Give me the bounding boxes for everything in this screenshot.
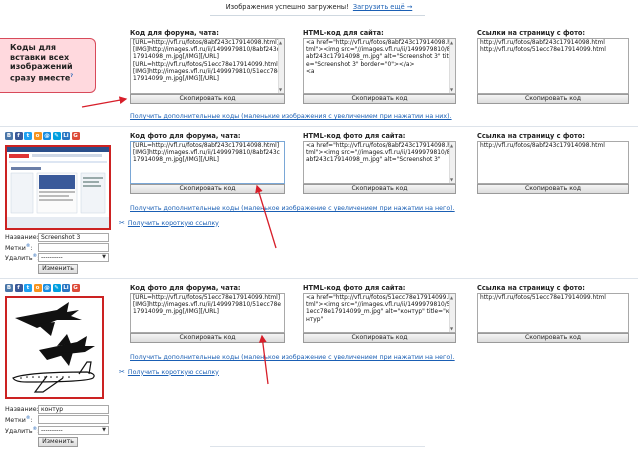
- livejournal-icon[interactable]: ✎: [52, 284, 61, 292]
- section-divider: [0, 126, 638, 127]
- twitter-icon[interactable]: t: [24, 284, 32, 292]
- image1-forum-code-textarea[interactable]: [URL=http://vfl.ru/fotos/8abf243c1791409…: [130, 141, 285, 184]
- image2-html-header: HTML-код фото для сайта:: [303, 284, 406, 292]
- common-links-copy-button[interactable]: Скопировать код: [477, 94, 629, 104]
- image1-link-header: Ссылка на страницу с фото:: [477, 132, 585, 140]
- image1-html-code-textarea[interactable]: <a href="http://vfl.ru/fotos/8abf243c179…: [303, 141, 456, 184]
- tags-label: Метки®:: [5, 416, 33, 425]
- liveinternet-icon[interactable]: Li: [62, 284, 70, 292]
- change-button[interactable]: Изменить: [38, 264, 78, 274]
- common-html-copy-button[interactable]: Скопировать код: [303, 94, 456, 104]
- top-divider: [210, 15, 425, 16]
- image1-html-copy-button[interactable]: Скопировать код: [303, 184, 456, 194]
- name-label: Название:: [5, 406, 39, 413]
- name-input[interactable]: Screenshot 3: [38, 233, 109, 242]
- image1-forum-copy-button[interactable]: Скопировать код: [130, 184, 285, 194]
- delete-select[interactable]: ---------- ▼: [38, 253, 109, 262]
- liveinternet-icon[interactable]: Li: [62, 132, 70, 140]
- section-divider: [0, 278, 638, 279]
- scrollbar[interactable]: [278, 39, 284, 93]
- facebook-icon[interactable]: f: [14, 284, 23, 292]
- shortlink-icon: ✂: [119, 368, 125, 376]
- common-links-textarea[interactable]: http://vfl.ru/fotos/8abf243c17914098.htm…: [477, 38, 629, 94]
- delete-select[interactable]: ---------- ▼: [38, 426, 109, 435]
- shortlink-icon: ✂: [119, 219, 125, 227]
- name-input[interactable]: контур: [38, 405, 109, 414]
- common-forum-header: Код для форума, чата:: [130, 29, 219, 37]
- image1-more-codes-link[interactable]: Получить дополнительные коды (маленькое …: [130, 205, 455, 212]
- delete-label: Удалить®:: [5, 427, 39, 436]
- mailru-icon[interactable]: @: [43, 132, 51, 140]
- thumbnail-kontur[interactable]: [5, 296, 104, 399]
- name-label: Название:: [5, 234, 39, 241]
- image2-html-code-textarea[interactable]: <a href="http://vfl.ru/fotos/51ecc78e179…: [303, 293, 456, 333]
- image2-forum-header: Код фото для форума, чата:: [130, 284, 241, 292]
- info-icon[interactable]: ®: [26, 244, 31, 249]
- info-icon[interactable]: ®: [33, 254, 38, 259]
- screenshot-preview: [7, 147, 109, 228]
- odnoklassniki-icon[interactable]: о: [33, 132, 42, 140]
- share-icons-row: Вf t о @ ✎ Li G: [5, 132, 80, 140]
- scrollbar[interactable]: [449, 294, 455, 332]
- common-html-code-textarea[interactable]: <a href="http://vfl.ru/fotos/8abf243c179…: [303, 38, 456, 94]
- common-html-header: HTML-код для сайта:: [303, 29, 384, 37]
- image1-short-link[interactable]: ✂ Получить короткую ссылку: [119, 219, 219, 227]
- image1-html-header: HTML-код фото для сайта:: [303, 132, 406, 140]
- twitter-icon[interactable]: t: [24, 132, 32, 140]
- upload-more-link[interactable]: Загрузить ещё →: [353, 3, 412, 11]
- scrollbar[interactable]: [449, 142, 455, 183]
- arrow-to-image1-code: [255, 184, 277, 249]
- mailru-icon[interactable]: @: [43, 284, 51, 292]
- bottom-divider: [210, 446, 425, 447]
- info-icon[interactable]: ?: [70, 74, 73, 79]
- odnoklassniki-icon[interactable]: о: [33, 284, 42, 292]
- image1-forum-header: Код фото для форума, чата:: [130, 132, 241, 140]
- vk-icon[interactable]: В: [5, 284, 13, 292]
- tags-input[interactable]: [38, 243, 109, 252]
- google-icon[interactable]: G: [71, 132, 80, 140]
- change-button[interactable]: Изменить: [38, 437, 78, 447]
- scrollbar[interactable]: [449, 39, 455, 93]
- upload-success-message: Изображения успешно загружены! Загрузить…: [225, 3, 413, 11]
- image2-forum-code-textarea[interactable]: [URL=http://vfl.ru/fotos/51ecc78e1791409…: [130, 293, 285, 333]
- airplanes-preview: [7, 298, 102, 397]
- thumbnail-screenshot[interactable]: [5, 145, 111, 230]
- callout-text: Коды для вставки всех изображений сразу …: [10, 43, 74, 83]
- tags-label: Метки®:: [5, 244, 33, 253]
- image2-more-codes-link[interactable]: Получить дополнительные коды (маленькое …: [130, 354, 455, 361]
- arrow-to-common-code: [81, 96, 128, 108]
- info-icon[interactable]: ®: [33, 427, 38, 432]
- image2-html-copy-button[interactable]: Скопировать код: [303, 333, 456, 343]
- share-icons-row: Вf t о @ ✎ Li G: [5, 284, 80, 292]
- image2-short-link[interactable]: ✂ Получить короткую ссылку: [119, 368, 219, 376]
- image2-link-header: Ссылка на страницу с фото:: [477, 284, 585, 292]
- livejournal-icon[interactable]: ✎: [52, 132, 61, 140]
- image2-forum-copy-button[interactable]: Скопировать код: [130, 333, 285, 343]
- facebook-icon[interactable]: f: [14, 132, 23, 140]
- image2-link-textarea[interactable]: http://vfl.ru/fotos/51ecc78e17914099.htm…: [477, 293, 629, 333]
- common-more-codes-link[interactable]: Получить дополнительные коды (маленькие …: [130, 113, 452, 120]
- chevron-down-icon: ▼: [102, 254, 106, 260]
- image2-link-copy-button[interactable]: Скопировать код: [477, 333, 629, 343]
- common-forum-code-textarea[interactable]: [URL=http://vfl.ru/fotos/8abf243c1791409…: [130, 38, 285, 94]
- vk-icon[interactable]: В: [5, 132, 13, 140]
- common-links-header: Ссылки на страницу с фото:: [477, 29, 586, 37]
- google-icon[interactable]: G: [71, 284, 80, 292]
- image1-link-copy-button[interactable]: Скопировать код: [477, 184, 629, 194]
- image1-link-textarea[interactable]: http://vfl.ru/fotos/8abf243c17914098.htm…: [477, 141, 629, 184]
- tags-input[interactable]: [38, 415, 109, 424]
- info-icon[interactable]: ®: [26, 416, 31, 421]
- delete-label: Удалить®:: [5, 254, 39, 263]
- chevron-down-icon: ▼: [102, 427, 106, 433]
- common-forum-copy-button[interactable]: Скопировать код: [130, 94, 285, 104]
